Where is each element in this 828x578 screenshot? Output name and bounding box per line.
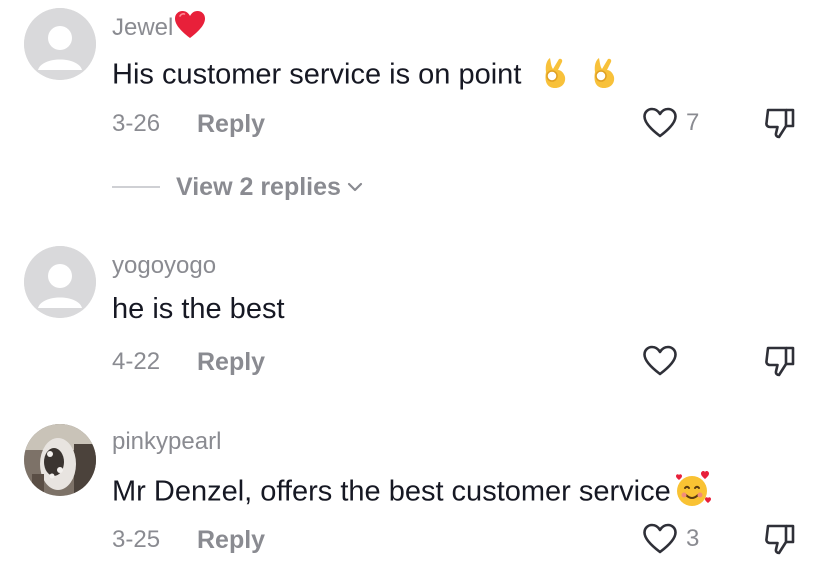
default-avatar-icon bbox=[24, 246, 96, 318]
comment-text: he is the best bbox=[112, 293, 285, 325]
user-photo-avatar bbox=[24, 424, 96, 496]
comment-text-content: Mr Denzel, offers the best customer serv… bbox=[112, 475, 671, 508]
ok-hand-emoji bbox=[586, 54, 622, 98]
avatar[interactable] bbox=[24, 8, 96, 80]
thumbs-down-icon bbox=[765, 108, 795, 139]
like-count: 7 bbox=[686, 109, 700, 136]
dislike-button[interactable] bbox=[762, 344, 798, 378]
reply-button[interactable]: Reply bbox=[197, 348, 265, 376]
username[interactable]: yogoyogo bbox=[112, 252, 216, 280]
ok-hand-emoji bbox=[537, 54, 573, 98]
comment-text-content: His customer service is on point bbox=[112, 58, 522, 91]
view-replies-label: View 2 replies bbox=[176, 172, 341, 201]
dislike-button[interactable] bbox=[762, 522, 798, 556]
comment-text: Mr Denzel, offers the best customer serv… bbox=[112, 470, 713, 516]
red-heart-emoji bbox=[174, 10, 206, 47]
username-text: Jewel bbox=[112, 13, 174, 41]
comment-date: 3-25 bbox=[112, 526, 161, 553]
like-button[interactable] bbox=[642, 344, 686, 378]
reply-button[interactable]: Reply bbox=[197, 110, 265, 138]
smiling-face-with-hearts-emoji bbox=[673, 470, 713, 516]
view-replies-button[interactable]: View 2 replies bbox=[112, 172, 363, 202]
like-button[interactable]: 7 bbox=[642, 106, 699, 140]
default-avatar-icon bbox=[24, 8, 96, 80]
chevron-down-icon bbox=[347, 182, 363, 192]
username[interactable]: Jewel bbox=[112, 10, 206, 47]
avatar[interactable] bbox=[24, 246, 96, 318]
divider bbox=[112, 186, 160, 188]
comment-date: 3-26 bbox=[112, 110, 161, 137]
comment-date: 4-22 bbox=[112, 348, 161, 375]
heart-outline-icon bbox=[643, 523, 677, 554]
reply-button[interactable]: Reply bbox=[197, 526, 265, 554]
avatar[interactable] bbox=[24, 424, 96, 496]
thumbs-down-icon bbox=[765, 524, 795, 555]
heart-outline-icon bbox=[643, 345, 677, 376]
dislike-button[interactable] bbox=[762, 106, 798, 140]
like-count: 3 bbox=[686, 525, 700, 552]
comment-text: His customer service is on point bbox=[112, 54, 622, 98]
heart-outline-icon bbox=[643, 107, 677, 138]
like-button[interactable]: 3 bbox=[642, 522, 699, 556]
username[interactable]: pinkypearl bbox=[112, 428, 221, 456]
thumbs-down-icon bbox=[765, 346, 795, 377]
